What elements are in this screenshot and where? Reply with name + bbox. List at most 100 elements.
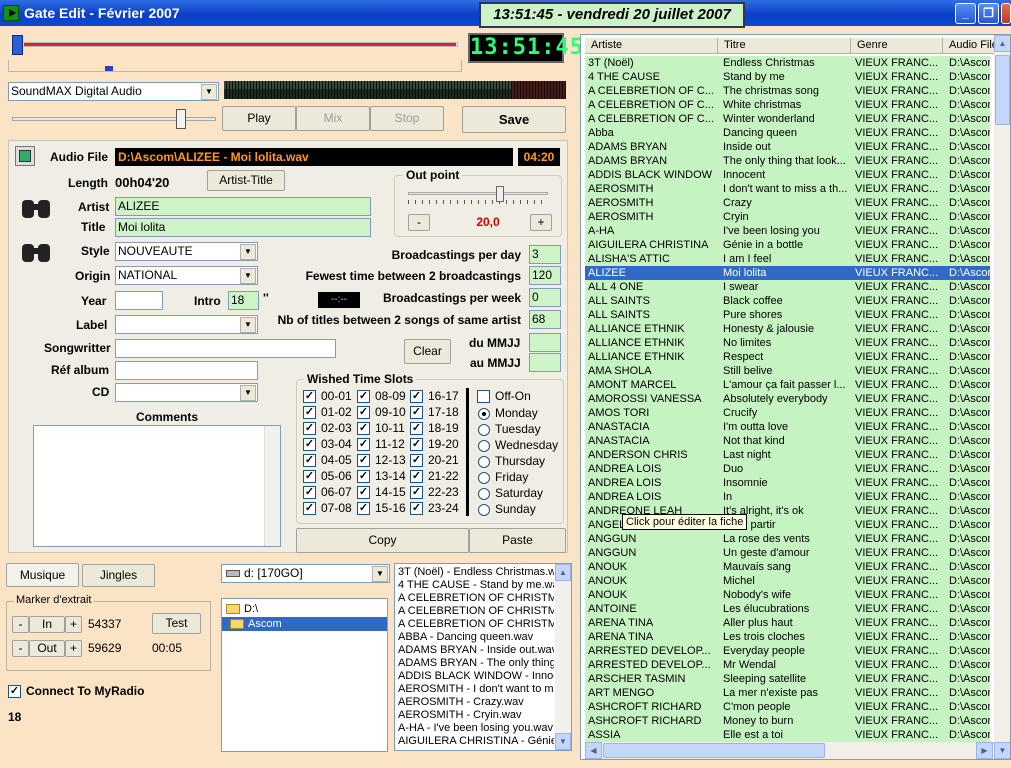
grid-vertical-scrollbar[interactable]: ▲ ▼: [994, 35, 1010, 759]
marker-out-minus-button[interactable]: -: [12, 640, 29, 657]
table-row[interactable]: ANOUK Nobody's wife VIEUX FRANC... D:\Ascom: [585, 588, 990, 602]
col-header-audio-file[interactable]: Audio File: [943, 38, 995, 54]
time-slot-col1-3[interactable]: ✓ 03-04: [303, 437, 355, 453]
day-radio-4[interactable]: Friday: [477, 470, 557, 486]
file-list-item[interactable]: A-HA - I've been losing you.wav: [398, 722, 554, 735]
table-row[interactable]: A-HA I've been losing you VIEUX FRANC... D:…: [585, 224, 990, 238]
table-row[interactable]: ALIZEE Moi lolita VIEUX FRANC... D:\Ascom: [585, 266, 990, 280]
table-row[interactable]: ANDREA LOIS Insomnie VIEUX FRANC... D:\Asco…: [585, 476, 990, 490]
time-slot-col1-6[interactable]: ✓ 06-07: [303, 485, 355, 501]
position-slider[interactable]: [8, 34, 460, 56]
table-row[interactable]: A CELEBRETION OF C... The christmas song V…: [585, 84, 990, 98]
cd-select[interactable]: ▼: [115, 383, 258, 402]
table-row[interactable]: AEROSMITH Crazy VIEUX FRANC... D:\Ascom: [585, 196, 990, 210]
tab-musique[interactable]: Musique: [6, 563, 79, 587]
scroll-up-icon[interactable]: ▲: [555, 564, 571, 581]
table-row[interactable]: ARENA TINA Aller plus haut VIEUX FRANC... D…: [585, 616, 990, 630]
col-header-titre[interactable]: Titre: [718, 38, 851, 54]
table-row[interactable]: ARSCHER TASMIN Sleeping satellite VIEUX FR…: [585, 672, 990, 686]
out-point-plus-button[interactable]: +: [530, 214, 552, 231]
ref-album-field[interactable]: [115, 361, 258, 380]
du-mmjj-field[interactable]: [529, 333, 561, 352]
time-slot-col3-4[interactable]: ✓ 20-21: [410, 453, 462, 469]
clear-button[interactable]: Clear: [404, 339, 451, 364]
table-row[interactable]: ALLIANCE ETHNIK Respect VIEUX FRANC... D:\A…: [585, 350, 990, 364]
time-slot-checkbox[interactable]: ✓: [303, 486, 316, 499]
drive-select[interactable]: d: [170GO] ▼: [221, 564, 390, 583]
time-slot-col3-7[interactable]: ✓ 23-24: [410, 501, 462, 517]
time-slot-checkbox[interactable]: ✓: [410, 438, 423, 451]
time-slot-checkbox[interactable]: ✓: [357, 438, 370, 451]
copy-button[interactable]: Copy: [296, 528, 469, 553]
time-slot-checkbox[interactable]: ✓: [357, 454, 370, 467]
artist-title-button[interactable]: Artist-Title: [207, 170, 285, 191]
time-slot-checkbox[interactable]: ✓: [303, 454, 316, 467]
table-row[interactable]: ARENA TINA Les trois cloches VIEUX FRANC..…: [585, 630, 990, 644]
table-row[interactable]: ALL SAINTS Black coffee VIEUX FRANC... D:\A…: [585, 294, 990, 308]
table-row[interactable]: AEROSMITH Cryin VIEUX FRANC... D:\Ascom: [585, 210, 990, 224]
time-slot-col1-4[interactable]: ✓ 04-05: [303, 453, 355, 469]
file-list-item[interactable]: A CELEBRETION OF CHRISTM...: [398, 618, 554, 631]
time-slot-checkbox[interactable]: ✓: [303, 438, 316, 451]
intro-field[interactable]: 18: [228, 291, 259, 310]
time-slot-col3-6[interactable]: ✓ 22-23: [410, 485, 462, 501]
time-slot-checkbox[interactable]: ✓: [357, 406, 370, 419]
time-slot-checkbox[interactable]: ✓: [303, 422, 316, 435]
time-slot-checkbox[interactable]: ✓: [357, 390, 370, 403]
style-select[interactable]: NOUVEAUTE ▼: [115, 242, 258, 261]
chevron-down-icon[interactable]: ▼: [240, 244, 256, 260]
comments-textarea[interactable]: [33, 425, 281, 547]
file-list-item[interactable]: AEROSMITH - Crazy.wav: [398, 696, 554, 709]
out-point-minus-button[interactable]: -: [408, 214, 430, 231]
song-grid[interactable]: Artiste Titre Genre Audio File 3T (Noël)…: [580, 34, 1011, 760]
broadcast-week-field[interactable]: 0: [529, 288, 561, 307]
connect-checkbox[interactable]: ✓: [8, 685, 21, 698]
day-radio-button[interactable]: [478, 472, 490, 484]
time-slot-checkbox[interactable]: ✓: [357, 486, 370, 499]
time-slot-col1-1[interactable]: ✓ 01-02: [303, 405, 355, 421]
table-row[interactable]: ASHCROFT RICHARD C'mon people VIEUX FRANC.…: [585, 700, 990, 714]
grid-scroll-thumb[interactable]: [995, 55, 1010, 125]
time-slot-checkbox[interactable]: ✓: [410, 502, 423, 515]
table-row[interactable]: ALL SAINTS Pure shores VIEUX FRANC... D:\As…: [585, 308, 990, 322]
day-radio-0[interactable]: Monday: [477, 406, 557, 422]
day-radio-button[interactable]: [478, 504, 490, 516]
file-list-item[interactable]: ADAMS BRYAN - The only thing: [398, 657, 554, 670]
binoculars-icon[interactable]: [22, 240, 52, 264]
table-row[interactable]: ADAMS BRYAN Inside out VIEUX FRANC... D:\As…: [585, 140, 990, 154]
mix-button[interactable]: Mix: [296, 106, 370, 131]
songwriter-field[interactable]: [115, 339, 336, 358]
table-row[interactable]: ADAMS BRYAN The only thing that look... VI…: [585, 154, 990, 168]
time-slot-checkbox[interactable]: ✓: [410, 470, 423, 483]
file-list-item[interactable]: A CELEBRETION OF CHRISTM...: [398, 592, 554, 605]
scroll-right-icon[interactable]: ▶: [976, 742, 993, 759]
table-row[interactable]: ALLIANCE ETHNIK No limites VIEUX FRANC... D…: [585, 336, 990, 350]
col-header-artiste[interactable]: Artiste: [585, 38, 718, 54]
scroll-down-icon[interactable]: ▼: [994, 742, 1010, 759]
nb-titles-field[interactable]: 68: [529, 310, 561, 329]
table-row[interactable]: AIGUILERA CHRISTINA Génie in a bottle VIEU…: [585, 238, 990, 252]
time-slot-col2-2[interactable]: ✓ 10-11: [357, 421, 409, 437]
time-slot-col1-2[interactable]: ✓ 02-03: [303, 421, 355, 437]
day-radio-2[interactable]: Wednesday: [477, 438, 558, 454]
origin-select[interactable]: NATIONAL ▼: [115, 266, 258, 285]
file-list-item[interactable]: ADAMS BRYAN - Inside out.wav: [398, 644, 554, 657]
time-slot-col2-7[interactable]: ✓ 15-16: [357, 501, 409, 517]
day-radio-3[interactable]: Thursday: [477, 454, 557, 470]
label-select[interactable]: ▼: [115, 315, 258, 334]
marker-out-plus-button[interactable]: +: [65, 640, 82, 657]
time-slot-col3-3[interactable]: ✓ 19-20: [410, 437, 462, 453]
chevron-down-icon[interactable]: ▼: [240, 268, 256, 284]
day-radio-1[interactable]: Tuesday: [477, 422, 557, 438]
time-slot-col2-5[interactable]: ✓ 13-14: [357, 469, 409, 485]
time-slot-col2-6[interactable]: ✓ 14-15: [357, 485, 409, 501]
time-slot-checkbox[interactable]: ✓: [357, 422, 370, 435]
table-row[interactable]: ARRESTED DEVELOP... Mr Wendal VIEUX FRANC.…: [585, 658, 990, 672]
time-slot-col2-0[interactable]: ✓ 08-09: [357, 389, 409, 405]
artist-field[interactable]: ALIZEE: [115, 197, 371, 216]
year-field[interactable]: [115, 291, 163, 310]
file-list-item[interactable]: AEROSMITH - I don't want to m: [398, 683, 554, 696]
audio-file-icon[interactable]: [15, 146, 35, 166]
table-row[interactable]: ADDIS BLACK WINDOW Innocent VIEUX FRANC...…: [585, 168, 990, 182]
time-slot-checkbox[interactable]: ✓: [303, 390, 316, 403]
